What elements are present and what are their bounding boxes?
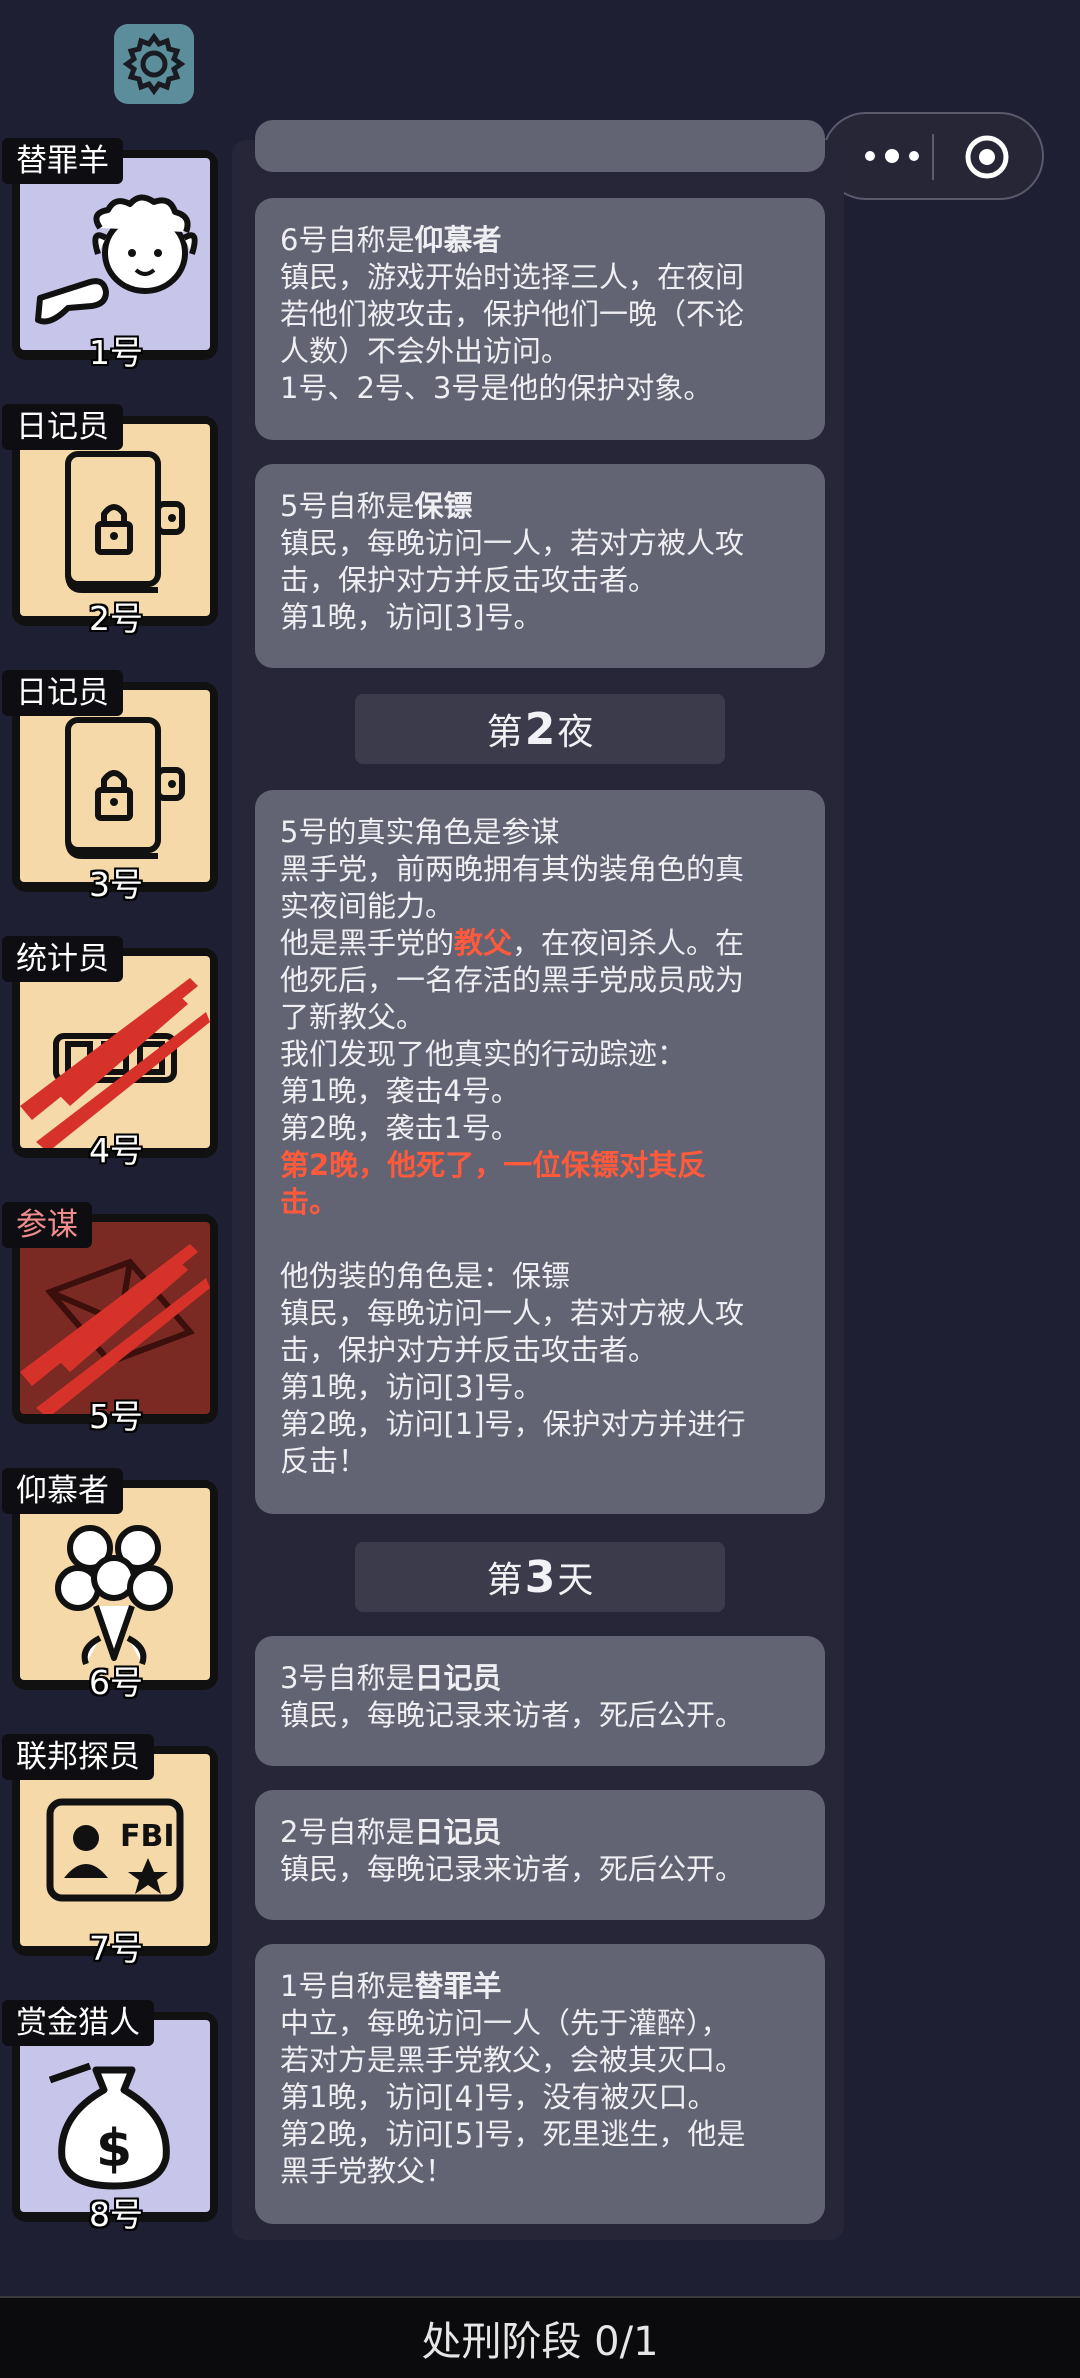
role-label: 统计员 [2,936,123,982]
locked-diary-icon [65,451,185,593]
player-card-4[interactable]: 统计员 4号 [0,936,232,1200]
log-card-diarist-claim-3: 3号自称是日记员 镇民，每晚记录来访者，死后公开。 [255,1636,825,1766]
player-card-6[interactable]: 仰慕者 6号 [0,1468,232,1732]
capsule-separator [932,134,934,180]
more-dots-icon[interactable] [852,136,932,176]
role-label: 联邦探员 [2,1734,154,1780]
player-number: 6号 [89,1663,143,1702]
player-number: 3号 [89,865,143,904]
phase-divider-day-3: 第3天 [355,1542,725,1612]
rose-bouquet-icon [55,1525,173,1666]
locked-diary-icon [65,717,185,859]
role-label: 日记员 [2,404,123,450]
log-card-partial [255,120,825,172]
claw-mark-icon [20,978,210,1148]
player-number: 8号 [89,2195,143,2234]
fbi-badge-icon: FBI [46,1798,184,1902]
player-card-2[interactable]: 日记员 2号 [0,404,232,668]
player-number: 7号 [89,1929,143,1968]
execution-phase-label: 处刑阶段 0/1 [421,2319,659,2365]
player-number: 1号 [89,333,143,372]
log-card-scapegoat-claim: 1号自称是替罪羊 中立，每晚访问一人（先于灌醉）， 若对方是黑手党教父，会被其灭… [255,1944,825,2224]
mini-program-capsule [822,112,1044,200]
svg-text:FBI: FBI [120,1819,175,1854]
sheep-pointing-icon [35,194,198,325]
gear-icon [122,32,186,96]
svg-text:$: $ [96,2119,132,2179]
log-card-diarist-claim-2: 2号自称是日记员 镇民，每晚记录来访者，死后公开。 [255,1790,825,1920]
claw-mark-icon [20,1244,210,1414]
log-card-role-reveal: 5号的真实角色是参谋 黑手党，前两晚拥有其伪装角色的真 实夜间能力。 他是黑手党… [255,790,825,1514]
role-label: 赏金猎人 [2,2000,154,2046]
settings-button[interactable] [114,24,194,104]
player-card-8[interactable]: $ 赏金猎人 8号 [0,2000,232,2264]
role-label: 参谋 [2,1202,92,1248]
role-label: 替罪羊 [2,138,123,184]
player-number: 5号 [89,1397,143,1436]
player-number: 4号 [89,1131,143,1170]
phase-divider-night-2: 第2夜 [355,694,725,764]
role-label: 日记员 [2,670,123,716]
role-label: 仰慕者 [2,1468,123,1514]
player-card-1[interactable]: 替罪羊 1号 [0,138,232,402]
target-circle-icon[interactable] [964,134,1010,180]
log-card-admirer-claim: 6号自称是仰慕者 镇民，游戏开始时选择三人，在夜间 若他们被攻击，保护他们一晚（… [255,198,825,440]
player-card-7[interactable]: FBI 联邦探员 7号 [0,1734,232,1998]
money-bag-icon: $ [48,2062,170,2190]
log-card-bodyguard-claim: 5号自称是保镖 镇民，每晚访问一人，若对方被人攻 击，保护对方并反击攻击者。 第… [255,464,825,668]
player-card-5[interactable]: 参谋 5号 [0,1202,232,1466]
player-card-3[interactable]: 日记员 3号 [0,670,232,934]
player-number: 2号 [89,599,143,638]
execution-phase-bar[interactable]: 处刑阶段 0/1 [0,2296,1080,2378]
